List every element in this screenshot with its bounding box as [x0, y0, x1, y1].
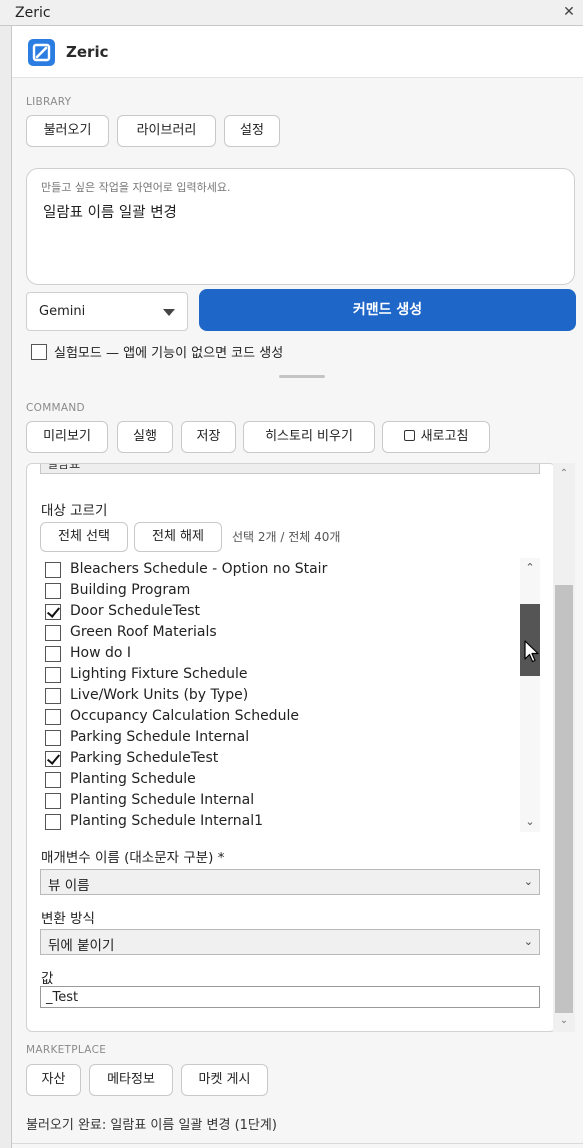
- parameter-name-select[interactable]: 뷰 이름 ⌄: [40, 869, 540, 895]
- item-checkbox[interactable]: [45, 730, 61, 746]
- scroll-up-icon[interactable]: ⌃: [520, 560, 540, 576]
- transform-mode-value: 뒤에 붙이기: [48, 938, 115, 954]
- status-divider: [12, 1143, 583, 1144]
- item-checkbox[interactable]: [45, 751, 61, 767]
- list-item[interactable]: Planting Schedule Internal1: [40, 811, 520, 832]
- marketplace-section-label: MARKETPLACE: [26, 1044, 107, 1056]
- refresh-label: 새로고침: [420, 429, 469, 444]
- item-checkbox[interactable]: [45, 709, 61, 725]
- item-checkbox[interactable]: [45, 688, 61, 704]
- experimental-mode-label: 실험모드 — 앱에 기능이 없으면 코드 생성: [54, 346, 284, 361]
- list-item[interactable]: Door ScheduleTest: [40, 601, 520, 622]
- refresh-icon: [403, 430, 415, 441]
- run-button[interactable]: 실행: [117, 421, 173, 453]
- deselect-all-button[interactable]: 전체 해제: [134, 522, 222, 552]
- item-checkbox[interactable]: [45, 625, 61, 641]
- close-icon[interactable]: ✕: [561, 3, 577, 21]
- clear-history-button[interactable]: 히스토리 비우기: [243, 421, 375, 453]
- item-checkbox[interactable]: [45, 646, 61, 662]
- command-form: 일람표 대상 고르기 전체 선택 전체 해제 선택 2개 / 전체 40개 Bl…: [26, 463, 556, 1032]
- transform-mode-select[interactable]: 뒤에 붙이기 ⌄: [40, 929, 540, 955]
- list-item[interactable]: Parking Schedule Internal: [40, 727, 520, 748]
- panel-header: Zeric: [12, 26, 583, 78]
- prompt-placeholder: 만들고 싶은 작업을 자연어로 입력하세요.: [41, 181, 231, 194]
- list-item[interactable]: Parking ScheduleTest: [40, 748, 520, 769]
- settings-button[interactable]: 설정: [224, 115, 280, 147]
- library-section-label: LIBRARY: [26, 96, 72, 108]
- market-publish-button[interactable]: 마켓 게시: [181, 1064, 268, 1096]
- scroll-down-icon[interactable]: ⌄: [520, 814, 540, 830]
- experimental-mode-checkbox[interactable]: [31, 344, 47, 360]
- scroll-up-icon[interactable]: ⌃: [553, 465, 575, 483]
- select-all-button[interactable]: 전체 선택: [40, 522, 128, 552]
- prompt-value: 일람표 이름 일괄 변경: [43, 205, 177, 221]
- item-checkbox[interactable]: [45, 562, 61, 578]
- refresh-button[interactable]: 새로고침: [382, 421, 490, 453]
- left-edge-strip: [0, 26, 12, 1148]
- list-scrollbar[interactable]: ⌃ ⌄: [520, 558, 540, 832]
- chevron-down-icon: ⌄: [523, 935, 533, 948]
- generate-command-button[interactable]: 커맨드 생성: [199, 289, 576, 331]
- category-select-value: 일람표: [47, 463, 81, 471]
- item-checkbox[interactable]: [45, 772, 61, 788]
- mouse-cursor-icon: [524, 640, 539, 663]
- metadata-button[interactable]: 메타정보: [89, 1064, 173, 1096]
- caret-down-icon: [163, 309, 175, 316]
- item-checkbox[interactable]: [45, 667, 61, 683]
- chevron-down-icon: ⌄: [523, 875, 533, 888]
- window-titlebar: Zeric ✕: [0, 0, 583, 26]
- window-title: Zeric: [15, 5, 51, 21]
- model-select[interactable]: Gemini: [26, 292, 188, 331]
- list-item[interactable]: Live/Work Units (by Type): [40, 685, 520, 706]
- prompt-input[interactable]: 만들고 싶은 작업을 자연어로 입력하세요. 일람표 이름 일괄 변경: [26, 168, 575, 285]
- zeric-logo-icon: [28, 39, 55, 66]
- category-select[interactable]: 일람표: [40, 463, 540, 474]
- status-message: 불러오기 완료: 일람표 이름 일괄 변경 (1단계): [26, 1118, 277, 1133]
- library-button[interactable]: 라이브러리: [117, 115, 216, 147]
- assets-button[interactable]: 자산: [26, 1064, 81, 1096]
- transform-mode-label: 변환 방식: [41, 911, 95, 927]
- zeric-panel: Zeric LIBRARY 불러오기 라이브러리 설정 만들고 싶은 작업을 자…: [12, 26, 583, 1148]
- model-select-value: Gemini: [39, 304, 86, 319]
- list-item[interactable]: Green Roof Materials: [40, 622, 520, 643]
- parameter-name-value: 뷰 이름: [48, 878, 90, 894]
- item-checkbox[interactable]: [45, 604, 61, 620]
- list-item[interactable]: Planting Schedule Internal: [40, 790, 520, 811]
- command-section-label: COMMAND: [26, 402, 85, 414]
- value-label: 값: [41, 971, 54, 987]
- brand-name: Zeric: [66, 43, 109, 61]
- splitter-handle[interactable]: [279, 375, 325, 378]
- list-item[interactable]: Occupancy Calculation Schedule: [40, 706, 520, 727]
- item-checkbox[interactable]: [45, 583, 61, 599]
- list-item[interactable]: Bleachers Schedule - Option no Stair: [40, 559, 520, 580]
- item-checkbox[interactable]: [45, 793, 61, 809]
- item-checkbox[interactable]: [45, 814, 61, 830]
- target-label: 대상 고르기: [41, 503, 108, 519]
- list-item[interactable]: Building Program: [40, 580, 520, 601]
- preview-button[interactable]: 미리보기: [26, 421, 108, 453]
- panel-scroll-thumb[interactable]: [555, 585, 573, 1013]
- panel-scrollbar[interactable]: ⌃ ⌄: [553, 463, 575, 1032]
- list-item[interactable]: Lighting Fixture Schedule: [40, 664, 520, 685]
- value-input[interactable]: _Test: [40, 986, 540, 1008]
- scroll-down-icon[interactable]: ⌄: [553, 1012, 575, 1030]
- load-button[interactable]: 불러오기: [26, 115, 109, 147]
- value-input-text: _Test: [46, 990, 79, 1005]
- target-list: Bleachers Schedule - Option no Stair Bui…: [40, 559, 540, 832]
- list-item[interactable]: Planting Schedule: [40, 769, 520, 790]
- selection-count: 선택 2개 / 전체 40개: [232, 530, 341, 544]
- parameter-name-label: 매개변수 이름 (대소문자 구분) *: [41, 850, 225, 866]
- save-button[interactable]: 저장: [181, 421, 236, 453]
- list-item[interactable]: How do I: [40, 643, 520, 664]
